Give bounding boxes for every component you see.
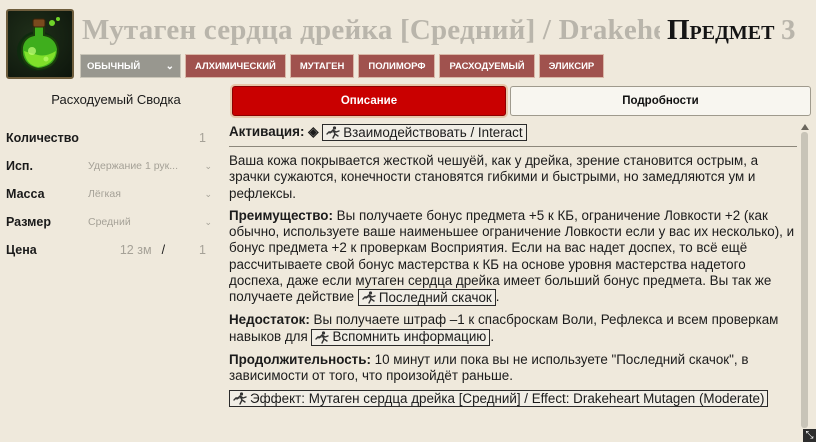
price-per-input[interactable]: 1 <box>199 243 206 257</box>
effect-line: Эффект: Мутаген сердца дрейка [Средний] … <box>229 390 797 408</box>
quantity-input[interactable]: 1 <box>88 131 212 145</box>
price-input[interactable]: 12 зм <box>120 243 152 257</box>
resize-icon[interactable]: ⤡ <box>803 429 816 442</box>
scroll-up-arrow-icon[interactable] <box>801 124 809 130</box>
price-separator: / <box>161 243 166 257</box>
description-intro: Ваша кожа покрывается жесткой чешуёй, ка… <box>229 153 759 201</box>
running-man-icon <box>362 291 376 305</box>
chevron-down-icon: ⌄ <box>165 60 174 72</box>
chevron-down-icon: ⌄ <box>204 160 212 171</box>
item-level[interactable]: 3 <box>781 12 796 52</box>
sidebar-title: Расходуемый Сводка <box>51 92 181 107</box>
drawback-paragraph: Недостаток: Вы получаете штраф –1 к спас… <box>229 312 797 346</box>
price-fields: 12 зм / 1 <box>88 243 212 257</box>
benefit-label: Преимущество: <box>229 207 333 223</box>
usage-select[interactable]: Удержание 1 рук... ⌄ <box>88 160 212 172</box>
property-label: Количество <box>6 131 79 145</box>
trait-tag-mutagen[interactable]: МУТАГЕН <box>289 54 355 78</box>
running-man-icon <box>326 126 340 139</box>
scrollbar-thumb[interactable] <box>801 132 808 428</box>
activation-label: Активация: <box>229 124 305 140</box>
item-type-label: Предмет <box>667 14 775 46</box>
property-size: Размер Средний ⌄ <box>6 211 212 233</box>
size-select[interactable]: Средний ⌄ <box>88 216 212 228</box>
interact-action-link[interactable]: Взаимодействовать / Interact <box>322 124 527 141</box>
chevron-down-icon: ⌄ <box>204 188 212 199</box>
property-label: Исп. <box>6 159 33 173</box>
chevron-down-icon: ⌄ <box>204 216 212 227</box>
activation-line: Активация: ◈ Взаимодействовать / Interac… <box>229 124 797 141</box>
property-usage: Исп. Удержание 1 рук... ⌄ <box>6 155 212 177</box>
size-value: Средний <box>88 216 131 228</box>
trait-tag-consumable[interactable]: РАСХОДУЕМЫЙ <box>439 54 535 78</box>
tab-details[interactable]: Подробности <box>510 86 811 116</box>
running-man-icon <box>233 392 247 405</box>
tab-description[interactable]: Описание <box>232 86 506 116</box>
duration-label: Продолжительность: <box>229 351 371 367</box>
property-bulk: Масса Лёгкая ⌄ <box>6 183 212 205</box>
item-title[interactable]: Мутаген сердца дрейка [Средний] / Drakeh… <box>82 12 660 52</box>
benefit-paragraph: Преимущество: Вы получаете бонус предмет… <box>229 207 797 307</box>
last-leap-action-link[interactable]: Последний скачок <box>357 289 496 307</box>
trait-tag-alchemical[interactable]: АЛХИМИЧЕСКИЙ <box>185 54 286 78</box>
item-image-potion-icon[interactable] <box>6 9 74 79</box>
rarity-value: ОБЫЧНЫЙ <box>87 60 141 72</box>
property-price: Цена 12 зм / 1 <box>6 239 212 261</box>
effect-link-label: Эффект: Мутаген сердца дрейка [Средний] … <box>250 390 765 406</box>
property-label: Размер <box>6 215 52 229</box>
bulk-value: Лёгкая <box>88 188 121 200</box>
property-label: Масса <box>6 187 45 201</box>
drawback-end: . <box>490 328 495 344</box>
duration-paragraph: Продолжительность: 10 минут или пока вы … <box>229 352 797 385</box>
interact-action-label: Взаимодействовать / Interact <box>343 124 523 140</box>
property-label: Цена <box>6 243 37 257</box>
running-man-icon <box>315 331 330 344</box>
trait-tag-elixir[interactable]: ЭЛИКСИР <box>538 54 605 78</box>
property-quantity: Количество 1 <box>6 127 212 149</box>
benefit-end: . <box>495 289 500 305</box>
trait-bar: ОБЫЧНЫЙ ⌄ АЛХИМИЧЕСКИЙ МУТАГЕН ПОЛИМОРФ … <box>80 54 605 78</box>
recall-knowledge-action-label: Вспомнить информацию <box>332 329 487 345</box>
description-panel: Активация: ◈ Взаимодействовать / Interac… <box>229 124 797 434</box>
trait-tag-polymorph[interactable]: ПОЛИМОРФ <box>358 54 436 78</box>
bulk-select[interactable]: Лёгкая ⌄ <box>88 188 212 200</box>
last-leap-action-label: Последний скачок <box>378 289 492 305</box>
effect-link[interactable]: Эффект: Мутаген сердца дрейка [Средний] … <box>229 390 769 408</box>
description-divider <box>229 146 797 147</box>
action-glyph-icon: ◈ <box>308 124 319 140</box>
recall-knowledge-action-link[interactable]: Вспомнить информацию <box>311 328 491 346</box>
rarity-select[interactable]: ОБЫЧНЫЙ ⌄ <box>80 54 181 78</box>
sheet-header: Мутаген сердца дрейка [Средний] / Drakeh… <box>0 0 816 84</box>
quantity-value: 1 <box>199 131 206 145</box>
usage-value: Удержание 1 рук... <box>88 160 179 172</box>
item-summary-sidebar: Расходуемый Сводка Количество 1 Исп. Уде… <box>0 86 218 442</box>
drawback-label: Недостаток: <box>229 312 310 328</box>
